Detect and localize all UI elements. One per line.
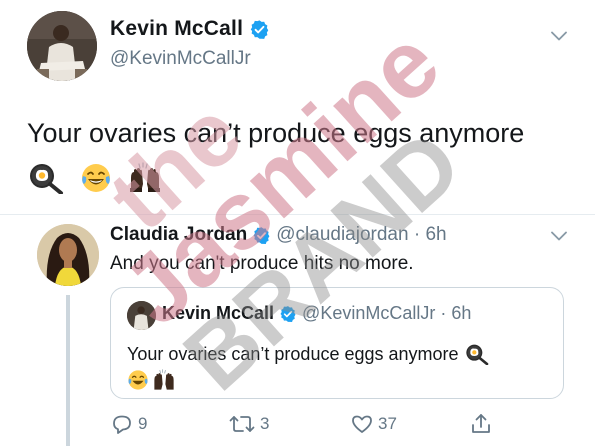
reply-author-name[interactable]: Claudia Jordan [110, 224, 247, 246]
avatar[interactable] [27, 11, 97, 81]
like-button[interactable]: 37 [350, 412, 397, 436]
tweet-actions: 9 3 37 [110, 412, 580, 440]
reply-handle-time[interactable]: @claudiajordan · 6h [276, 224, 446, 246]
reply-author-row: Claudia Jordan @claudiajordan · 6h [110, 224, 447, 246]
quoted-author-name: Kevin McCall [162, 303, 275, 323]
retweet-button[interactable]: 3 [228, 412, 269, 436]
reply-button[interactable]: 9 [110, 412, 147, 436]
chevron-down-icon[interactable] [551, 31, 567, 41]
tweet-divider [0, 214, 595, 215]
tears-of-joy-emoji [128, 370, 148, 390]
main-tweet: Kevin McCall @KevinMcCallJr Your ovaries… [0, 0, 595, 214]
quoted-tweet[interactable]: Kevin McCall @KevinMcCallJr · 6h Your ov… [110, 287, 564, 399]
thread-line [66, 295, 70, 446]
retweet-count: 3 [260, 414, 270, 433]
author-name[interactable]: Kevin McCall [110, 17, 243, 41]
tweet-text: Your ovaries can’t produce eggs anymore [27, 118, 525, 148]
like-count: 37 [378, 414, 397, 433]
verified-badge-icon [249, 19, 270, 40]
reply-count: 9 [138, 414, 148, 433]
quoted-text: Your ovaries can’t produce eggs anymore [127, 344, 459, 364]
quoted-author-row: Kevin McCall @KevinMcCallJr · 6h [162, 303, 471, 324]
reply-text: And you can't produce hits no more. [110, 253, 414, 274]
avatar-image [127, 301, 156, 330]
quoted-handle-time: @KevinMcCallJr · 6h [302, 303, 472, 323]
tweet-emojis [28, 162, 162, 194]
tweet-screenshot: Kevin McCall @KevinMcCallJr Your ovaries… [0, 0, 595, 446]
tears-of-joy-emoji [82, 164, 110, 192]
frying-pan-egg-emoji [465, 344, 488, 365]
quoted-avatar [127, 301, 156, 330]
frying-pan-egg-emoji [30, 164, 63, 194]
reply-icon [113, 415, 131, 434]
reply-avatar[interactable] [37, 224, 99, 286]
raised-hands-emoji [130, 162, 160, 192]
verified-badge-icon [279, 305, 297, 323]
quoted-emojis [127, 369, 176, 391]
verified-badge-icon [252, 226, 271, 245]
share-button[interactable] [469, 412, 493, 436]
raised-hands-emoji [154, 369, 174, 390]
share-icon [472, 414, 490, 433]
avatar-image [27, 11, 97, 81]
retweet-icon [229, 416, 255, 432]
quoted-text-row: Your ovaries can’t produce eggs anymore [127, 343, 489, 365]
heart-icon [352, 415, 372, 433]
chevron-down-icon[interactable] [551, 231, 567, 241]
avatar-image [37, 224, 99, 286]
author-row: Kevin McCall [110, 17, 270, 41]
author-handle[interactable]: @KevinMcCallJr [110, 48, 251, 70]
